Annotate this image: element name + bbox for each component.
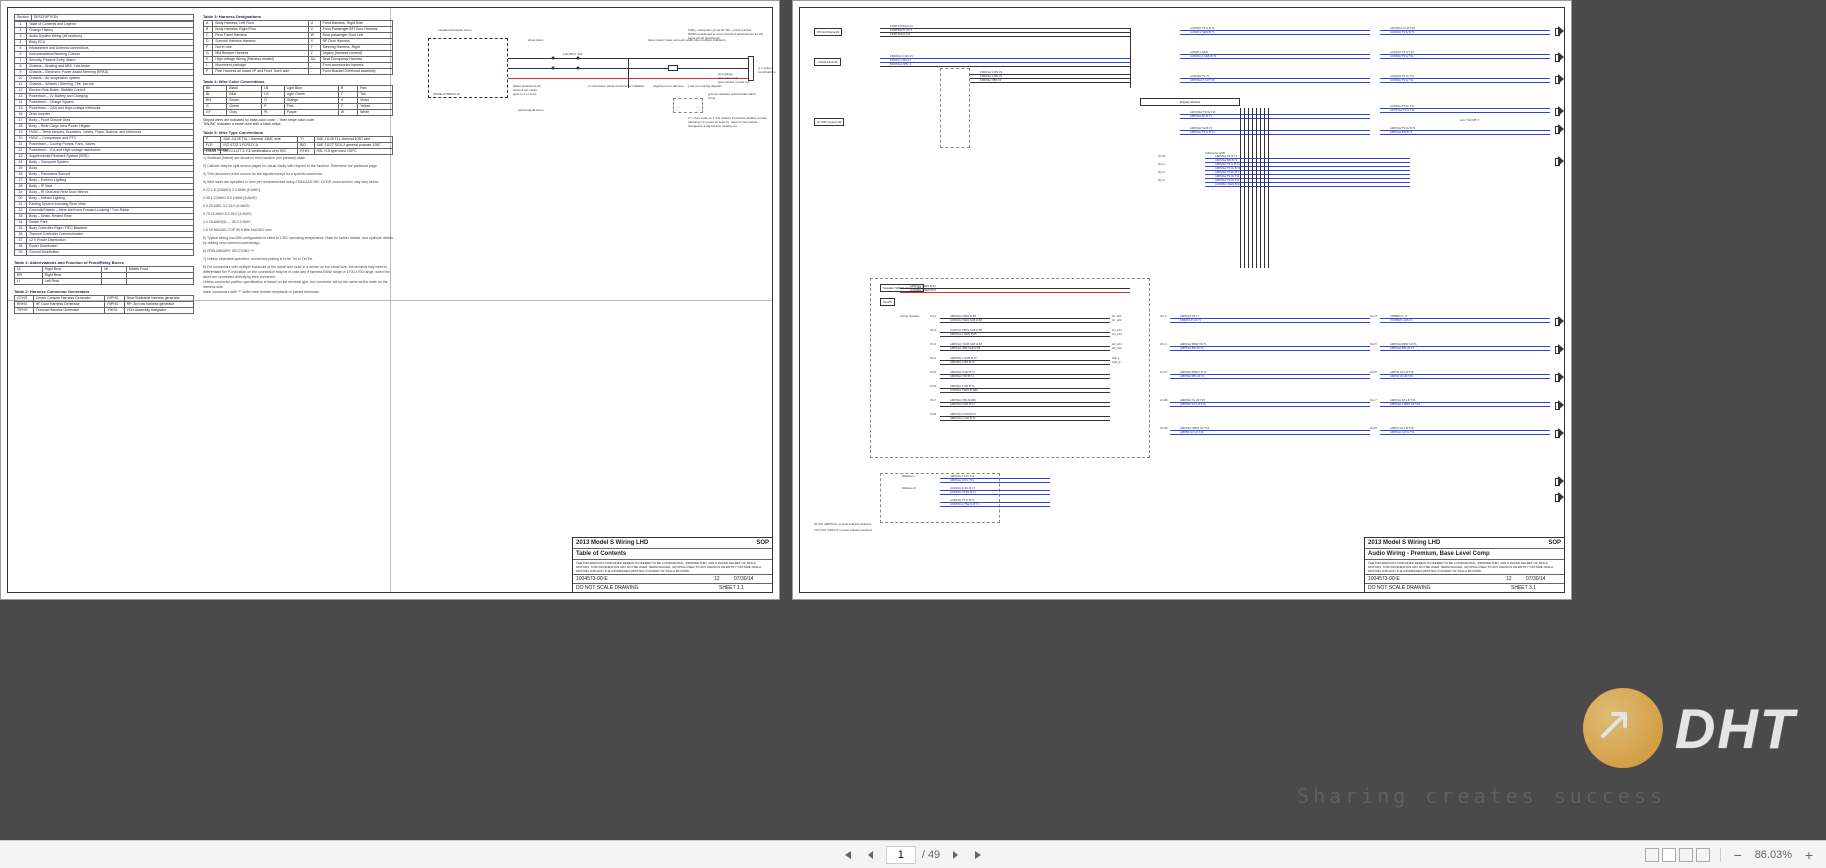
- view-continuous-icon[interactable]: [1679, 848, 1693, 862]
- audio-wiring-schematic: IPV-IncOpera-01 -IncMod-Ent-01 IC-IPM in…: [810, 18, 1554, 532]
- page-number-input[interactable]: [886, 846, 916, 864]
- view-single-icon[interactable]: [1645, 848, 1659, 862]
- title-block: 2013 Model S Wiring LHDSOP Table of Cont…: [572, 537, 772, 592]
- view-facing-icon[interactable]: [1662, 848, 1676, 862]
- legend-schematic: module description name SOME HYDRAULIC s…: [408, 28, 762, 228]
- zoom-in-button[interactable]: +: [1802, 847, 1816, 863]
- view-continuous-facing-icon[interactable]: [1696, 848, 1710, 862]
- zoom-out-button[interactable]: −: [1731, 847, 1745, 863]
- prev-page-button[interactable]: [862, 846, 880, 864]
- zoom-level-label: 86.03%: [1755, 849, 1792, 861]
- last-page-button[interactable]: [970, 846, 988, 864]
- pdf-toolbar: / 49 − 86.03% +: [0, 840, 1826, 868]
- pdf-page-1: SectionDESCRIPTION 1Table of Contents an…: [0, 0, 780, 600]
- pdf-pages-area[interactable]: SectionDESCRIPTION 1Table of Contents an…: [0, 0, 1826, 840]
- toc-table: SectionDESCRIPTION: [14, 14, 194, 21]
- page-total-label: / 49: [922, 849, 940, 861]
- pdf-page-2: IPV-IncOpera-01 -IncMod-Ent-01 IC-IPM in…: [792, 0, 1572, 600]
- first-page-button[interactable]: [838, 846, 856, 864]
- next-page-button[interactable]: [946, 846, 964, 864]
- title-block: 2013 Model S Wiring LHDSOP Audio Wiring …: [1364, 537, 1564, 592]
